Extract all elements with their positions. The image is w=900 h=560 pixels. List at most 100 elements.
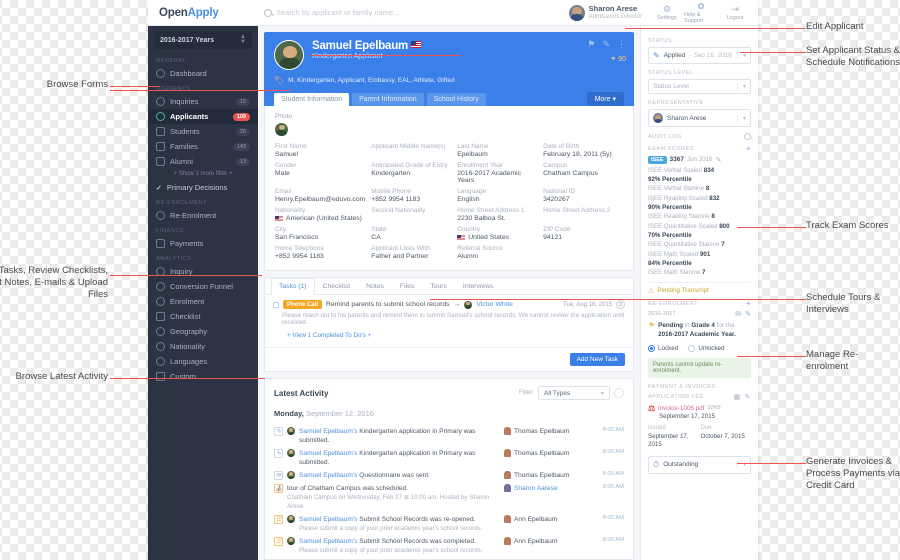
edit-applicant-icon[interactable]: ✎ — [602, 39, 610, 50]
task-checkbox[interactable] — [273, 301, 279, 308]
field-email: Email Henry.Epelbaum@eduvo.com — [275, 188, 365, 203]
logout-button[interactable]: ⇥ Logout — [718, 4, 752, 21]
sidebar-item-conversion-funnel[interactable]: Conversion Funnel — [148, 279, 258, 294]
tag-icon[interactable]: ⚑ — [587, 39, 595, 50]
sidebar-item-families[interactable]: Families 143 — [148, 139, 258, 154]
sidebar-item-custom[interactable]: Custom — [148, 369, 258, 384]
avatar — [287, 427, 295, 435]
tab-school-history[interactable]: School History — [426, 93, 486, 106]
tab-parent-information[interactable]: Parent Information — [352, 93, 424, 106]
sidebar-item-geography[interactable]: Geography — [148, 324, 258, 339]
sidebar-group-finance: FINANCE — [156, 228, 185, 234]
payment-invoices-section-label: PAYMENT & INVOICES — [648, 383, 716, 390]
app-logo[interactable]: OpenApply — [148, 7, 258, 19]
activity-subtext: Chatham Campus on Wednesday, Feb 27 at 1… — [287, 494, 490, 510]
avatar — [568, 4, 585, 21]
activity-person-name[interactable]: Sharon Aarese — [514, 485, 558, 492]
sidebar-item-inquiries[interactable]: Inquiries 15 — [148, 94, 258, 109]
latest-activity-card: Latest Activity Filter: All Types ▾ Mond… — [264, 378, 634, 560]
status-level-select[interactable]: Status Level ▾ — [648, 79, 751, 94]
chevron-down-icon: ▾ — [736, 52, 746, 59]
activity-subject-link[interactable]: Samuel Epelbaum's — [299, 472, 357, 479]
tab-tours[interactable]: Tours — [422, 278, 455, 294]
tab-student-information[interactable]: Student Information — [274, 93, 350, 106]
sidebar-item-primary-decisions[interactable]: ✓ Primary Decisions — [148, 180, 258, 195]
search-input[interactable]: Search by applicant or family name... — [258, 8, 569, 17]
applicant-photo-thumbnail[interactable] — [275, 123, 288, 136]
edit-icon[interactable]: ✎ — [745, 310, 751, 318]
radio-unlocked[interactable]: Unlocked — [688, 344, 725, 352]
add-new-task-button[interactable]: Add New Task — [569, 353, 625, 366]
score-label: ISEE Reading Scaled — [648, 194, 708, 202]
sidebar-item-checklist[interactable]: Checklist — [148, 309, 258, 324]
add-exam-score-icon[interactable]: + — [746, 145, 751, 153]
sidebar-item-label: Custom — [170, 372, 196, 381]
payment-status-select[interactable]: ⏱ Outstanding ▾ — [648, 455, 751, 474]
activity-subject-link[interactable]: Samuel Epelbaum's — [299, 538, 357, 545]
view-completed-todos-link[interactable]: + View 1 Completed To Do's + — [265, 326, 633, 347]
sidebar-item-alumni[interactable]: Alumni 13 — [148, 154, 258, 169]
sidebar-item-nationality[interactable]: Nationality — [148, 339, 258, 354]
tab-tasks[interactable]: Tasks (1) — [271, 278, 315, 295]
annotation-edit-applicant: Edit Applicant — [806, 21, 864, 32]
sidebar-item-badge: 15 — [235, 97, 250, 106]
score-value: 834 — [703, 166, 715, 174]
year-selector[interactable]: 2016-2017 Years ▲ ▼ — [154, 31, 252, 49]
user-box[interactable]: Sharon Arese Admissions Director ⚙ Setti… — [568, 1, 758, 24]
sidebar-show-more-filters[interactable]: + Show 1 more filter + — [148, 169, 258, 180]
invoice-link[interactable]: invoice-1006.pdf — [658, 405, 704, 412]
status-date: - Sep 16, 2016 — [689, 52, 733, 59]
tab-files[interactable]: Files — [392, 278, 422, 294]
status-select[interactable]: ✎ Applied - Sep 16, 2016 ▾ — [648, 47, 751, 64]
activity-time: 8:00 AM — [602, 484, 624, 490]
activity-subject-link[interactable]: Samuel Epelbaum's — [299, 450, 357, 457]
user-role: Admissions Director — [588, 14, 642, 20]
radio-locked[interactable]: Locked — [648, 344, 678, 352]
email-icon[interactable]: ✉ — [735, 310, 741, 318]
annotation-leader — [625, 28, 805, 29]
field-home-street-address-2: Home Street Address 2 — [543, 207, 623, 222]
field-label: Country — [457, 226, 480, 233]
add-reenrolment-icon[interactable]: + — [746, 299, 751, 307]
help-support-button[interactable]: ✿ Help & Support — [684, 1, 718, 24]
task-count-badge[interactable]: 3 — [616, 300, 625, 309]
activity-type-select[interactable]: All Types ▾ — [538, 386, 610, 400]
representative-select[interactable]: Sharon Arese ▾ — [648, 109, 751, 127]
applicant-profile-header: ⚑ ✎ ⋮ ⚭ 90 Samuel Epelbaum Kindergarten … — [264, 32, 634, 106]
print-icon[interactable] — [614, 388, 624, 398]
edit-icon[interactable]: ✎ — [745, 393, 751, 401]
sidebar-item-payments[interactable]: Payments — [148, 236, 258, 251]
help-icon: ✿ — [697, 1, 705, 11]
settings-button[interactable]: ⚙ Settings — [650, 4, 684, 21]
sidebar-item-enrolment[interactable]: Enrolment — [148, 294, 258, 309]
more-options-icon[interactable]: ⋮ — [617, 39, 626, 50]
sidebar-item-students[interactable]: Students 26 — [148, 124, 258, 139]
sidebar-item-languages[interactable]: Languages — [148, 354, 258, 369]
invoice-doc-icon[interactable]: ▦ — [734, 393, 741, 401]
sidebar-item-dashboard[interactable]: Dashboard — [148, 66, 258, 81]
activity-subject-link[interactable]: Samuel Epelbaum's — [299, 428, 357, 435]
reenrolment-for: for the — [714, 321, 735, 329]
sidebar-item-applicants[interactable]: Applicants 109 — [148, 109, 258, 124]
field-applicant-middle-names: Applicant Middle Name(s) — [371, 143, 451, 158]
tab-interviews[interactable]: Interviews — [455, 278, 502, 294]
sidebar-item-inquiry[interactable]: Inquiry — [148, 264, 258, 279]
search-icon[interactable] — [744, 133, 751, 140]
activity-time: 8:00 AM — [602, 471, 624, 477]
task-assignee[interactable]: Victor White — [476, 301, 513, 308]
field-label: State — [371, 226, 387, 233]
activity-person-name: Thomas Epelbaum — [514, 471, 570, 479]
sidebar-group-students: STUDENTS — [156, 86, 191, 92]
tab-notes[interactable]: Notes — [358, 278, 392, 294]
tab-checklist[interactable]: Checklist — [315, 278, 359, 294]
field-anticipated-grade-of-entry: Anticipated Grade of Entry Kindergarten — [371, 162, 451, 184]
field-label: Gender — [275, 162, 297, 169]
more-dropdown-button[interactable]: More ▾ — [586, 92, 624, 106]
field-label: Anticipated Grade of Entry — [371, 162, 448, 169]
due-label: Due — [700, 424, 712, 431]
edit-exam-icon[interactable]: ✎ — [715, 156, 721, 164]
sidebar-item-re-enrolment[interactable]: Re-Enrolment — [148, 208, 258, 223]
score-label: ISEE Quantitative Scaled — [648, 222, 718, 230]
activity-subject-link[interactable]: Samuel Epelbaum's — [299, 516, 357, 523]
task-arrow: → — [453, 301, 461, 308]
